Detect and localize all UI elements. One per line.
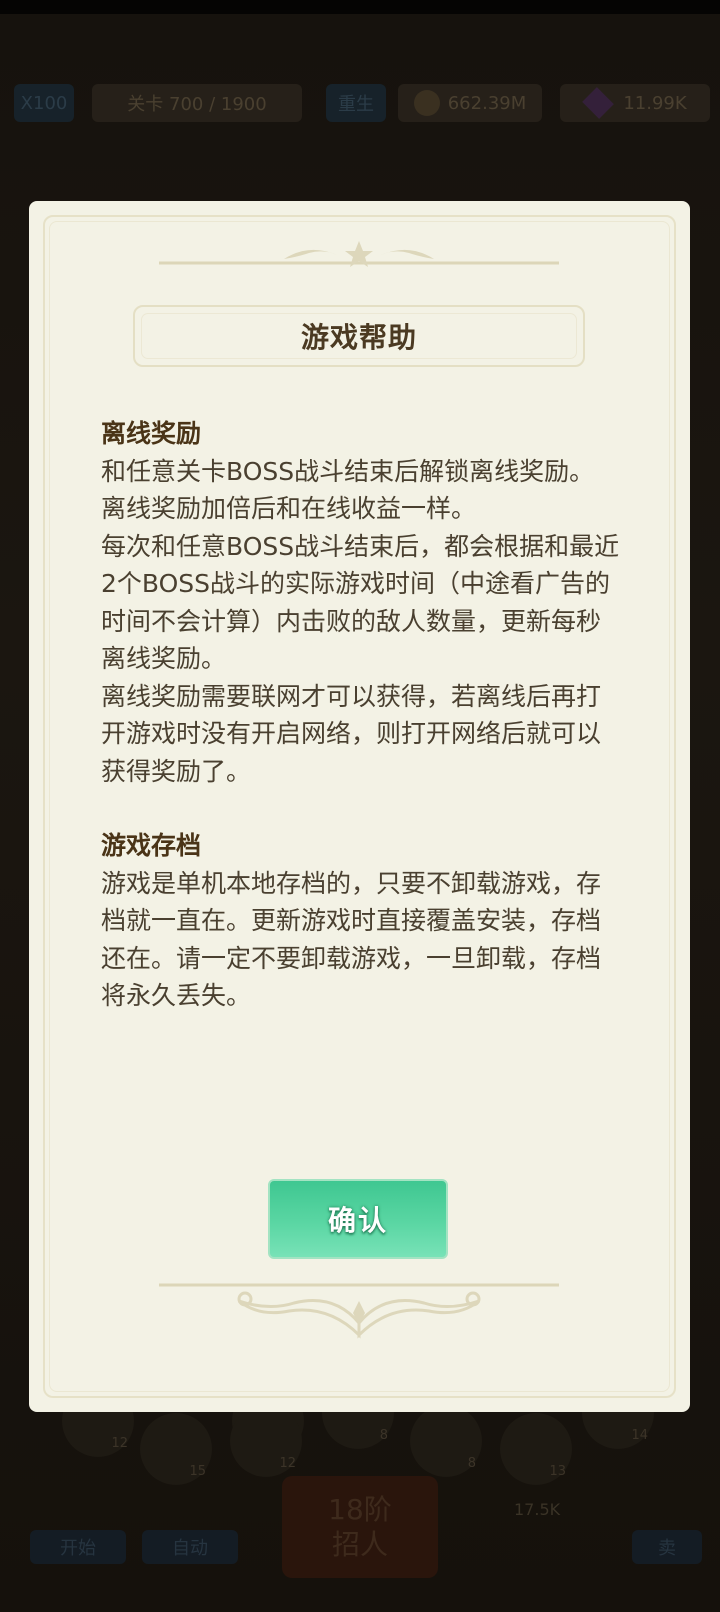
rebirth-label: 重生 <box>338 94 374 115</box>
hero-slot-level: 8 <box>467 1456 476 1471</box>
hero-slot-level: 12 <box>279 1456 296 1471</box>
confirm-button-label: 确认 <box>327 1204 388 1237</box>
gem-counter: 11.99K <box>560 84 710 122</box>
speed-multiplier-label: X100 <box>20 92 68 114</box>
section-offline-reward: 离线奖励 和任意关卡BOSS战斗结束后解锁离线奖励。 离线奖励加倍后和在线收益一… <box>101 415 621 790</box>
sell-button-label: 卖 <box>658 1538 676 1559</box>
auto-button-label: 自动 <box>172 1538 208 1559</box>
section-title: 游戏存档 <box>101 831 202 860</box>
section-paragraph: 和任意关卡BOSS战斗结束后解锁离线奖励。 <box>101 456 595 486</box>
gem-icon <box>582 87 615 119</box>
hero-slot[interactable]: 12 <box>230 1405 302 1477</box>
rebirth-button[interactable]: 重生 <box>326 84 386 122</box>
stage-progress-label: 关卡 700 / 1900 <box>127 94 267 115</box>
dialog-title: 游戏帮助 <box>300 321 417 354</box>
hero-slot-level: 14 <box>631 1428 648 1443</box>
recruit-label: 招人 <box>331 1528 388 1561</box>
hero-slot-level: 12 <box>111 1436 128 1451</box>
confirm-button[interactable]: 确认 <box>268 1179 448 1259</box>
coin-icon <box>413 90 440 116</box>
section-paragraph: 游戏是单机本地存档的，只要不卸载游戏，存档就一直在。更新游戏时直接覆盖安装，存档… <box>101 868 602 1011</box>
hero-slot[interactable]: 8 <box>410 1405 482 1477</box>
coin-amount: 662.39M <box>447 92 527 114</box>
speed-multiplier-badge[interactable]: X100 <box>14 84 74 122</box>
auto-button[interactable]: 自动 <box>142 1530 238 1564</box>
start-button[interactable]: 开始 <box>30 1530 126 1564</box>
hero-slot-level: 13 <box>549 1464 566 1479</box>
hero-slot[interactable]: 15 <box>140 1413 212 1485</box>
hero-slot-level: 15 <box>189 1464 206 1479</box>
section-paragraph: 离线奖励需要联网才可以获得，若离线后再打开游戏时没有开启网络，则打开网络后就可以… <box>101 681 602 786</box>
recruit-cost: 17.5K <box>514 1500 561 1519</box>
top-ornament-icon <box>159 241 559 267</box>
section-paragraph: 离线奖励加倍后和在线收益一样。 <box>101 494 477 523</box>
hero-slot-level: 8 <box>379 1428 388 1443</box>
hero-slot[interactable]: 13 <box>500 1413 572 1485</box>
section-save-data: 游戏存档 游戏是单机本地存档的，只要不卸载游戏，存档就一直在。更新游戏时直接覆盖… <box>101 827 621 1015</box>
section-title: 离线奖励 <box>101 419 202 448</box>
title-box: 游戏帮助 <box>133 305 585 367</box>
section-paragraph: 每次和任意BOSS战斗结束后，都会根据和最近2个BOSS战斗的实际游戏时间（中途… <box>101 531 620 674</box>
coin-counter: 662.39M <box>398 84 542 122</box>
recruit-tier-label: 18阶 <box>328 1493 392 1526</box>
start-button-label: 开始 <box>60 1538 96 1559</box>
stage-progress: 关卡 700 / 1900 <box>92 84 302 122</box>
help-content: 离线奖励 和任意关卡BOSS战斗结束后解锁离线奖励。 离线奖励加倍后和在线收益一… <box>101 415 621 1015</box>
bottom-ornament-icon <box>159 1283 559 1339</box>
status-bar <box>0 0 720 14</box>
sell-button[interactable]: 卖 <box>632 1530 702 1564</box>
gem-amount: 11.99K <box>623 92 687 114</box>
recruit-button[interactable]: 18阶 招人 <box>282 1476 438 1578</box>
help-dialog: 游戏帮助 离线奖励 和任意关卡BOSS战斗结束后解锁离线奖励。 离线奖励加倍后和… <box>29 201 690 1412</box>
hud-bar: X100 关卡 700 / 1900 重生 662.39M 11.99K <box>0 84 720 124</box>
